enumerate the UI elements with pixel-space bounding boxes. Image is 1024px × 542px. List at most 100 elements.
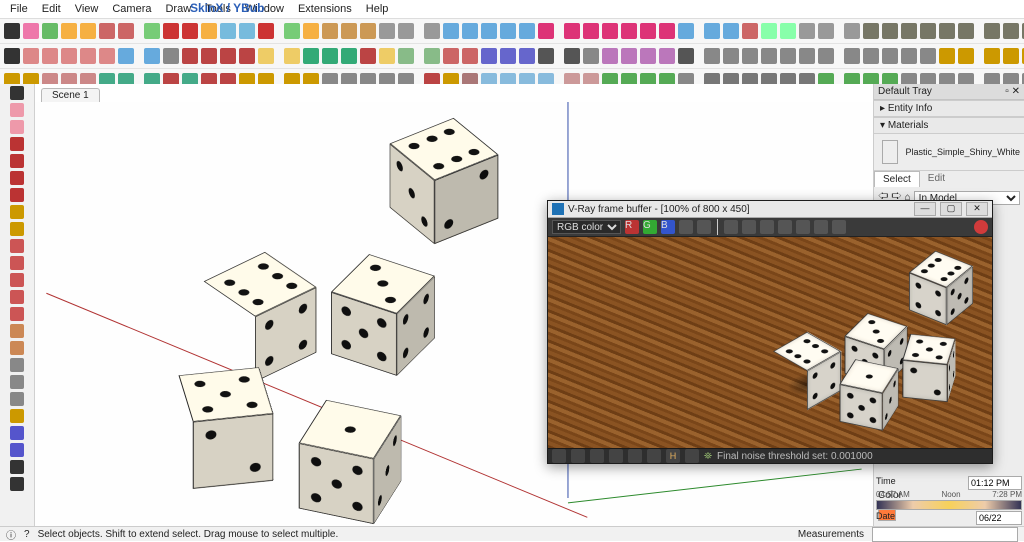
toolbar-button[interactable] — [704, 23, 720, 39]
toolbar-button[interactable] — [10, 375, 24, 389]
vfb-region-button[interactable] — [796, 220, 810, 234]
time-value-input[interactable] — [968, 476, 1022, 490]
toolbar-button[interactable] — [799, 48, 815, 64]
toolbar-button[interactable] — [920, 23, 936, 39]
toolbar-button[interactable] — [958, 48, 974, 64]
vfb-lens-button[interactable] — [778, 220, 792, 234]
help-icon[interactable]: ? — [24, 529, 30, 540]
vfb-link-button[interactable] — [832, 220, 846, 234]
toolbar-button[interactable] — [780, 23, 796, 39]
toolbar-button[interactable] — [583, 23, 599, 39]
vfb-statusbtn-6[interactable] — [647, 449, 661, 463]
toolbar-button[interactable] — [844, 48, 860, 64]
die[interactable] — [331, 285, 435, 345]
toolbar-button[interactable] — [1003, 48, 1019, 64]
materials-tab-edit[interactable]: Edit — [920, 171, 953, 187]
die[interactable] — [840, 378, 899, 412]
toolbar-button[interactable] — [42, 23, 58, 39]
vfb-stop-button[interactable] — [974, 220, 988, 234]
die[interactable] — [390, 150, 499, 212]
toolbar-button[interactable] — [10, 273, 24, 287]
toolbar-button[interactable] — [704, 48, 720, 64]
toolbar-button[interactable] — [10, 154, 24, 168]
channel-alpha-button[interactable] — [679, 220, 693, 234]
toolbar-button[interactable] — [939, 23, 955, 39]
toolbar-button[interactable] — [284, 23, 300, 39]
menu-help[interactable]: Help — [360, 2, 395, 16]
tray-entity-info-header[interactable]: ▸ Entity Info — [874, 100, 1024, 117]
toolbar-button[interactable] — [481, 23, 497, 39]
toolbar-button[interactable] — [220, 23, 236, 39]
toolbar-button[interactable] — [23, 23, 39, 39]
materials-tab-select[interactable]: Select — [874, 171, 920, 187]
toolbar-button[interactable] — [23, 48, 39, 64]
toolbar-button[interactable] — [659, 23, 675, 39]
toolbar-button[interactable] — [239, 23, 255, 39]
toolbar-button[interactable] — [602, 23, 618, 39]
toolbar-button[interactable] — [984, 48, 1000, 64]
toolbar-button[interactable] — [640, 23, 656, 39]
toolbar-button[interactable] — [761, 48, 777, 64]
vfb-statusbtn-2[interactable] — [571, 449, 585, 463]
die[interactable] — [902, 353, 955, 384]
toolbar-button[interactable] — [564, 48, 580, 64]
vfb-channel-select[interactable]: RGB color — [552, 220, 621, 234]
minimize-button[interactable]: — — [914, 202, 936, 216]
toolbar-button[interactable] — [621, 23, 637, 39]
channel-r-button[interactable]: R — [625, 220, 639, 234]
menu-file[interactable]: File — [4, 2, 34, 16]
toolbar-button[interactable] — [424, 48, 440, 64]
channel-b-button[interactable]: B — [661, 220, 675, 234]
toolbar-button[interactable] — [163, 48, 179, 64]
vfb-statusbtn-1[interactable] — [552, 449, 566, 463]
toolbar-button[interactable] — [500, 48, 516, 64]
close-button[interactable]: ✕ — [966, 202, 988, 216]
toolbar-button[interactable] — [322, 23, 338, 39]
toolbar-button[interactable] — [10, 426, 24, 440]
toolbar-button[interactable] — [882, 48, 898, 64]
toolbar-button[interactable] — [519, 23, 535, 39]
toolbar-button[interactable] — [10, 120, 24, 134]
toolbar-button[interactable] — [42, 48, 58, 64]
toolbar-button[interactable] — [322, 48, 338, 64]
toolbar-button[interactable] — [10, 290, 24, 304]
time-slider[interactable] — [876, 500, 1022, 510]
toolbar-button[interactable] — [10, 86, 24, 100]
toolbar-button[interactable] — [538, 48, 554, 64]
save-image-button[interactable] — [724, 220, 738, 234]
die[interactable] — [179, 401, 274, 455]
maximize-button[interactable]: ▢ — [940, 202, 962, 216]
toolbar-button[interactable] — [863, 23, 879, 39]
toolbar-button[interactable] — [984, 23, 1000, 39]
toolbar-button[interactable] — [220, 48, 236, 64]
toolbar-button[interactable] — [780, 48, 796, 64]
toolbar-button[interactable] — [239, 48, 255, 64]
toolbar-button[interactable] — [61, 23, 77, 39]
tray-materials-header[interactable]: ▾ Materials — [874, 117, 1024, 134]
toolbar-button[interactable] — [818, 48, 834, 64]
toolbar-button[interactable] — [4, 23, 20, 39]
toolbar-button[interactable] — [564, 23, 580, 39]
toolbar-button[interactable] — [10, 409, 24, 423]
toolbar-button[interactable] — [118, 23, 134, 39]
tray-controls-icon[interactable]: ▫ ✕ — [1005, 86, 1020, 97]
toolbar-button[interactable] — [10, 358, 24, 372]
toolbar-button[interactable] — [462, 23, 478, 39]
die[interactable] — [909, 270, 973, 307]
toolbar-button[interactable] — [799, 23, 815, 39]
toolbar-button[interactable] — [10, 392, 24, 406]
toolbar-button[interactable] — [538, 23, 554, 39]
channel-g-button[interactable]: G — [643, 220, 657, 234]
toolbar-button[interactable] — [398, 23, 414, 39]
toolbar-button[interactable] — [10, 460, 24, 474]
scene-tab[interactable]: Scene 1 — [41, 88, 100, 102]
toolbar-button[interactable] — [882, 23, 898, 39]
vfb-statusbtn-4[interactable] — [609, 449, 623, 463]
toolbar-button[interactable] — [481, 48, 497, 64]
toolbar-button[interactable] — [398, 48, 414, 64]
toolbar-button[interactable] — [341, 23, 357, 39]
toolbar-button[interactable] — [602, 48, 618, 64]
toolbar-button[interactable] — [621, 48, 637, 64]
toolbar-button[interactable] — [958, 23, 974, 39]
toolbar-button[interactable] — [10, 137, 24, 151]
